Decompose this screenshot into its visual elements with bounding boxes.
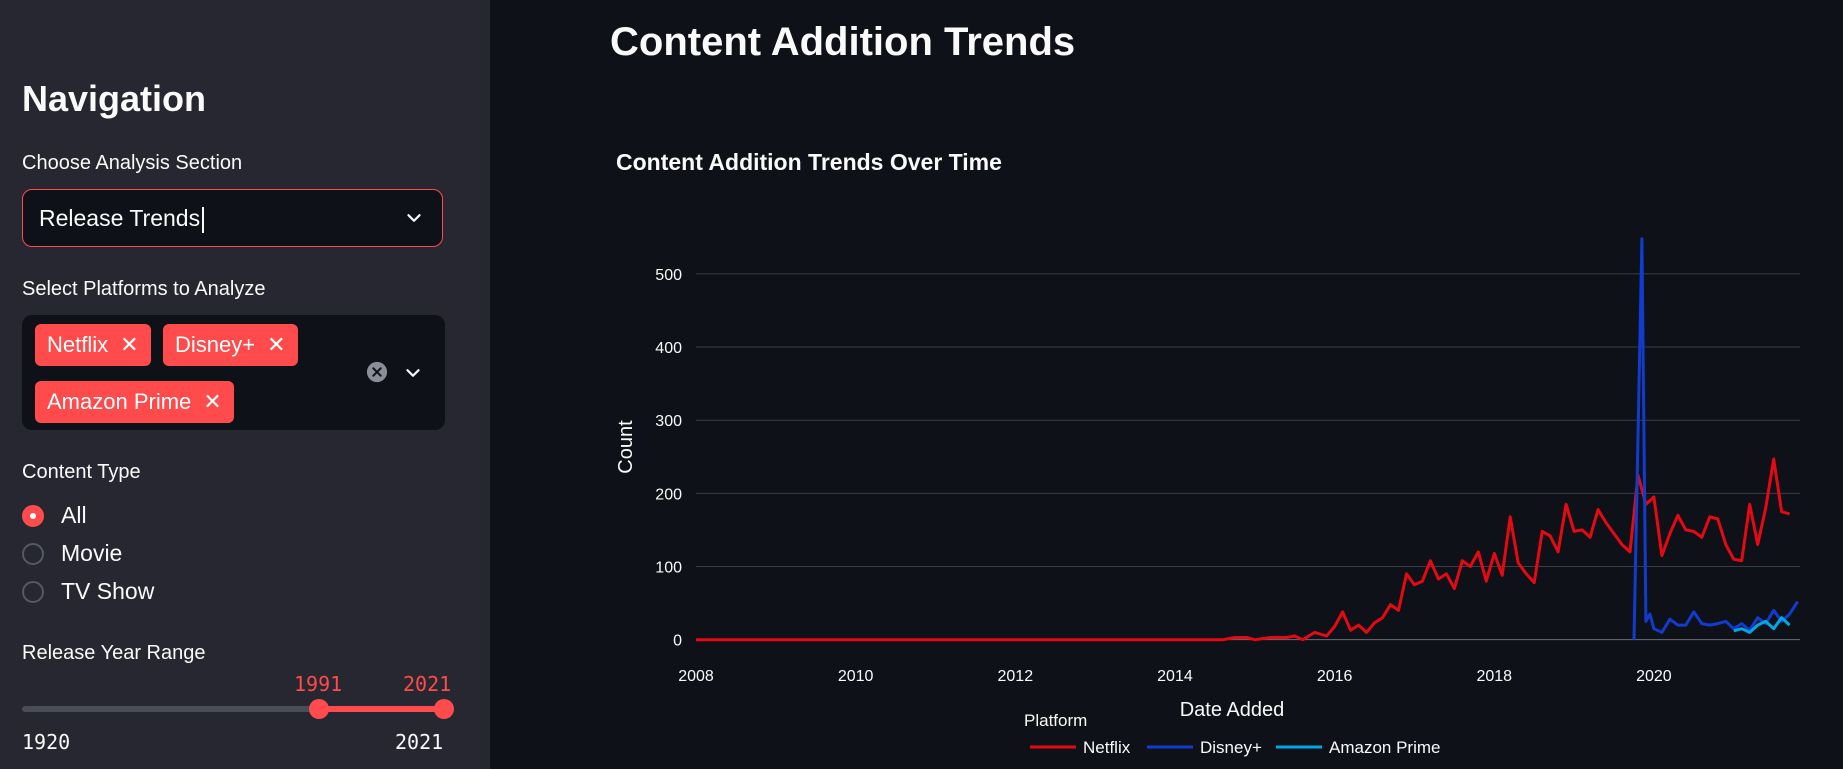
platform-tag-amazon: Amazon Prime ✕ [35, 381, 234, 423]
slider-max-label: 2021 [395, 730, 444, 754]
platform-tag-disney: Disney+ ✕ [163, 324, 298, 366]
page-title: Content Addition Trends [610, 20, 1076, 64]
platforms-multiselect[interactable]: Netflix ✕ Disney+ ✕ Amazon Prime ✕ [22, 315, 445, 430]
slider-thumb-high[interactable] [434, 699, 454, 719]
remove-tag-icon[interactable]: ✕ [267, 332, 285, 357]
chevron-down-icon[interactable] [402, 362, 424, 384]
radio-unselected-icon [22, 543, 44, 565]
platform-tag-netflix: Netflix ✕ [35, 324, 151, 366]
platforms-label: Select Platforms to Analyze [22, 278, 266, 300]
chart-title: Content Addition Trends Over Time [616, 149, 1002, 175]
legend-title: Platform [1024, 711, 1087, 730]
x-tick-label: 2018 [1476, 668, 1512, 685]
legend-label: Netflix [1083, 738, 1131, 757]
chart-legend[interactable]: Netflix Disney+ Amazon Prime [1030, 738, 1440, 757]
platform-tag-label: Amazon Prime [47, 389, 192, 414]
y-tick-label: 500 [655, 267, 682, 284]
y-tick-label: 200 [655, 486, 682, 503]
x-tick-label: 2012 [998, 668, 1034, 685]
slider-low-value: 1991 [294, 672, 343, 696]
analysis-section-value: Release Trends [39, 205, 201, 231]
x-tick-label: 2010 [838, 668, 874, 685]
slider-min-label: 1920 [22, 730, 71, 754]
y-tick-label: 0 [673, 633, 682, 650]
legend-label: Amazon Prime [1329, 738, 1440, 757]
slider-high-value: 2021 [403, 672, 452, 696]
x-tick-label: 2020 [1636, 668, 1672, 685]
y-tick-label: 100 [655, 560, 682, 577]
legend-label: Disney+ [1200, 738, 1262, 757]
remove-tag-icon[interactable]: ✕ [203, 389, 221, 414]
series-line-netflix [696, 457, 1790, 642]
text-cursor [202, 206, 205, 233]
series-line-disney [1632, 237, 1799, 640]
radio-label: All [61, 502, 87, 528]
sidebar-title: Navigation [22, 78, 207, 119]
sidebar: Navigation Choose Analysis Section Relea… [0, 0, 490, 769]
release-year-label: Release Year Range [22, 642, 206, 664]
slider-thumb-low[interactable] [308, 699, 329, 719]
content-trends-chart: Content Addition Trends Over Time Count … [615, 149, 1800, 757]
radio-label: TV Show [61, 578, 155, 604]
radio-selected-icon [22, 505, 44, 527]
radio-label: Movie [61, 540, 123, 566]
radio-unselected-icon [22, 581, 44, 603]
release-year-slider[interactable] [22, 699, 454, 719]
platform-tag-label: Netflix [47, 332, 109, 357]
y-tick-label: 300 [655, 413, 682, 430]
y-ticks: 0 100 200 300 400 500 [655, 267, 682, 650]
chart-lines [696, 237, 1799, 642]
chevron-down-icon[interactable] [403, 207, 425, 229]
platform-tag-label: Disney+ [175, 332, 256, 357]
analysis-section-label: Choose Analysis Section [22, 152, 243, 174]
y-axis-label: Count [615, 420, 637, 474]
analysis-section-select[interactable]: Release Trends [22, 189, 443, 247]
x-axis-label: Date Added [1180, 699, 1285, 721]
slider-range-fill [318, 706, 444, 712]
x-tick-label: 2008 [678, 668, 714, 685]
content-type-label: Content Type [22, 461, 141, 483]
x-tick-label: 2014 [1157, 668, 1193, 685]
clear-all-icon[interactable] [366, 361, 388, 383]
x-ticks: 2008 2010 2012 2014 2016 2018 2020 [678, 668, 1672, 685]
y-tick-label: 400 [655, 340, 682, 357]
remove-tag-icon[interactable]: ✕ [120, 332, 138, 357]
x-tick-label: 2016 [1317, 668, 1353, 685]
